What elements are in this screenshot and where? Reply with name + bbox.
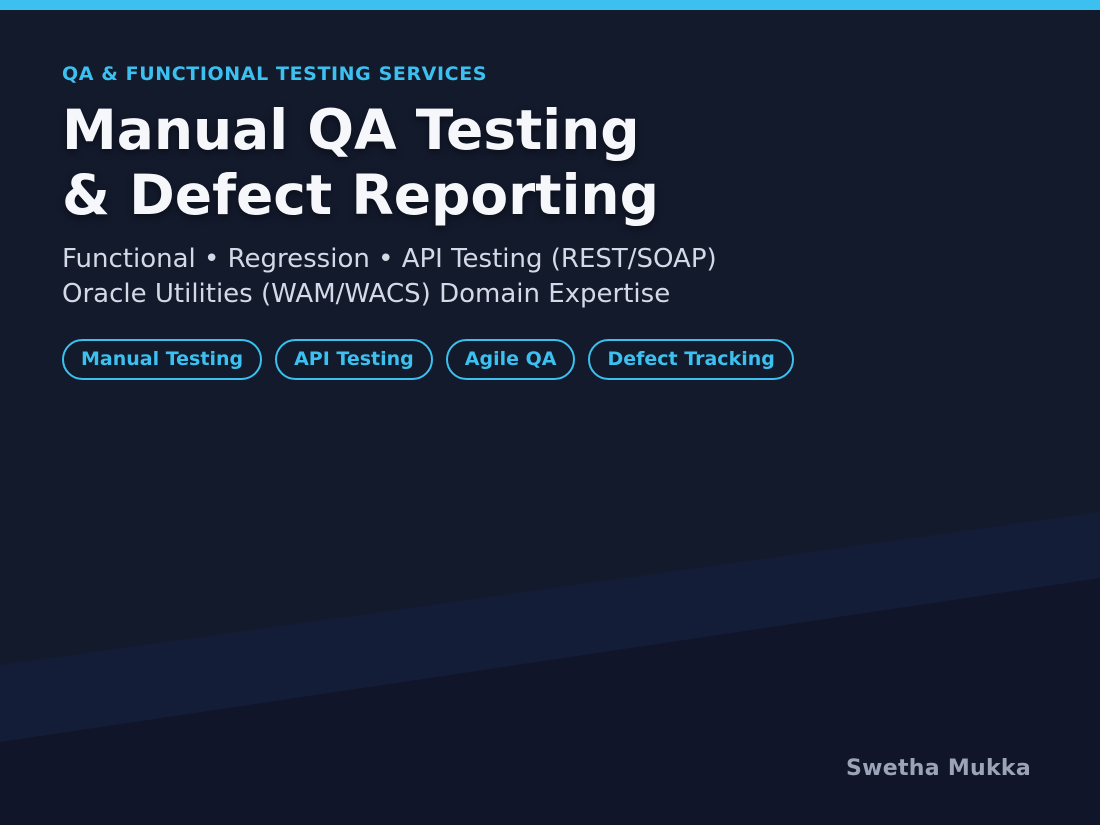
subtitle-line-1: Functional • Regression • API Testing (R…	[62, 244, 717, 274]
tag-manual-testing[interactable]: Manual Testing	[62, 339, 263, 380]
subtitle: Functional • Regression • API Testing (R…	[62, 242, 1042, 312]
tag-list: Manual Testing API Testing Agile QA Defe…	[62, 339, 1042, 380]
top-accent-bar	[0, 0, 1100, 10]
subtitle-line-2: Oracle Utilities (WAM/WACS) Domain Exper…	[62, 279, 671, 309]
tag-api-testing[interactable]: API Testing	[275, 339, 433, 380]
eyebrow-label: QA & FUNCTIONAL TESTING SERVICES	[62, 63, 488, 85]
tag-agile-qa[interactable]: Agile QA	[445, 339, 576, 380]
author-name: Swetha Mukka	[845, 756, 1031, 781]
page-title: Manual QA Testing & Defect Reporting	[62, 98, 1042, 228]
title-line-2: & Defect Reporting	[62, 163, 659, 227]
tag-defect-tracking[interactable]: Defect Tracking	[588, 339, 794, 380]
title-line-1: Manual QA Testing	[62, 98, 640, 162]
hero-content: QA & FUNCTIONAL TESTING SERVICES Manual …	[62, 60, 1042, 380]
